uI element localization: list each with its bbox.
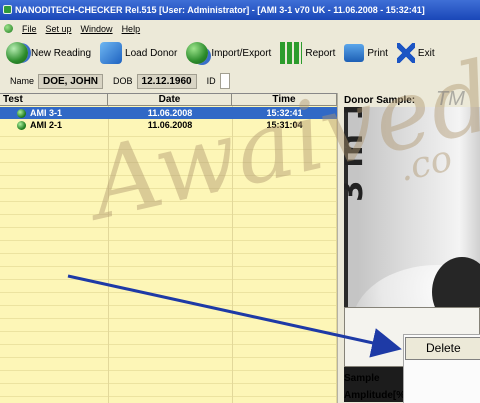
new-reading-icon [6,42,28,64]
menu-window[interactable]: Window [81,24,113,34]
column-header-test[interactable]: Test [0,94,108,106]
row-test: AMI 3-1 [30,108,63,118]
load-donor-label: Load Donor [125,47,178,59]
test-globe-icon [17,121,26,130]
context-menu: Delete [403,334,480,403]
exit-label: Exit [417,47,435,59]
menu-bar: File Set up Window Help [0,20,480,37]
tests-list[interactable]: Test Date Time AMI 3-1 11.06.2008 15:32:… [0,93,337,403]
print-label: Print [367,47,388,59]
table-row[interactable]: AMI 3-1 11.06.2008 15:32:41 [0,107,337,119]
donor-photo: 3 in 1 [344,107,480,307]
delete-menu-item[interactable]: Delete [405,337,480,360]
report-label: Report [305,47,336,59]
import-export-button[interactable]: Import/Export [186,42,271,64]
load-donor-button[interactable]: Load Donor [100,42,177,64]
print-button[interactable]: Print [344,44,388,62]
load-donor-icon [100,42,123,64]
id-field[interactable] [219,73,230,89]
app-menu-icon[interactable] [4,24,13,33]
print-icon [344,44,365,62]
table-row[interactable]: AMI 2-1 11.06.2008 15:31:04 [0,119,337,131]
tests-header: Test Date Time [0,94,337,106]
column-rules [0,94,337,403]
new-reading-label: New Reading [31,47,92,59]
exit-button[interactable]: Exit [396,43,435,63]
menu-help[interactable]: Help [122,24,141,34]
donor-sample-label: Donor Sample: [344,95,416,106]
report-icon [280,42,303,64]
exit-icon [396,43,415,63]
toolbar: New Reading Load Donor Import/Export Rep… [0,37,480,69]
dob-label: DOB [113,76,133,86]
report-button[interactable]: Report [280,42,335,64]
row-date: 11.06.2008 [147,120,193,130]
menu-setup[interactable]: Set up [46,24,72,34]
window-title: NANODITECH-CHECKER Rel.515 [User: Admini… [15,5,425,15]
name-field: DOE, JOHN [38,73,104,89]
sample-label: Sample [344,373,380,384]
row-date: 11.06.2008 [147,108,193,118]
import-export-icon [186,42,209,64]
photo-ruler-text: 3 in 1 [344,107,370,202]
row-test: AMI 2-1 [30,120,63,130]
row-time: 15:31:04 [266,120,303,130]
dob-field: 12.12.1960 [136,73,197,89]
column-header-date[interactable]: Date [108,94,232,106]
row-time: 15:32:41 [266,108,303,118]
import-export-label: Import/Export [211,47,272,59]
window-title-bar: NANODITECH-CHECKER Rel.515 [User: Admini… [0,0,480,20]
app-icon [3,5,12,14]
new-reading-button[interactable]: New Reading [6,42,91,64]
test-globe-icon [17,109,26,118]
menu-file[interactable]: File [22,24,37,34]
id-label: ID [206,76,216,86]
patient-info-bar: Name DOE, JOHN DOB 12.12.1960 ID [0,69,480,93]
amplitude-label: Amplitude[% [344,390,406,401]
name-label: Name [10,76,35,86]
column-header-time[interactable]: Time [232,94,337,106]
